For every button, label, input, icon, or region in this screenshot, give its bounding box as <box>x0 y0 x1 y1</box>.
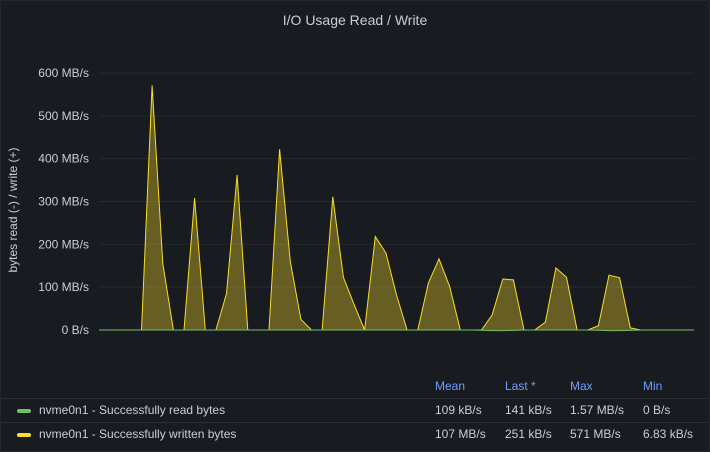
legend-mean-value: 107 MB/s <box>435 427 486 441</box>
y-tick-label: 300 MB/s <box>38 195 89 209</box>
legend-header-last[interactable]: Last * <box>505 375 536 398</box>
y-tick-label: 400 MB/s <box>38 152 89 166</box>
legend-header: Mean Last * Max Min <box>1 375 709 398</box>
legend-header-mean[interactable]: Mean <box>435 375 465 398</box>
legend-last-value: 251 kB/s <box>505 427 552 441</box>
legend-max-value: 1.57 MB/s <box>570 403 625 417</box>
legend-row-written[interactable]: nvme0n1 - Successfully written bytes 107… <box>1 422 709 446</box>
y-tick-label: 200 MB/s <box>38 237 89 251</box>
legend-series-name[interactable]: nvme0n1 - Successfully read bytes <box>39 399 225 422</box>
legend-last-value: 141 kB/s <box>505 403 552 417</box>
legend-mean-value: 109 kB/s <box>435 403 482 417</box>
y-axis-ticks: 0 B/s 100 MB/s 200 MB/s 300 MB/s 400 MB/s 500… <box>38 66 89 337</box>
io-usage-chart[interactable]: bytes read (-) / write (+) 0 B/s 100 MB/s… <box>1 1 709 371</box>
series-layer <box>99 85 694 332</box>
y-tick-label: 0 B/s <box>62 323 89 337</box>
y-tick-label: 100 MB/s <box>38 280 89 294</box>
legend-header-min[interactable]: Min <box>643 375 662 398</box>
legend-color-swatch[interactable] <box>17 409 31 413</box>
legend-min-value: 6.83 kB/s <box>643 427 694 441</box>
y-tick-label: 500 MB/s <box>38 109 89 123</box>
legend-row-read[interactable]: nvme0n1 - Successfully read bytes 109 kB… <box>1 398 709 422</box>
y-tick-label: 600 MB/s <box>38 66 89 80</box>
legend-series-name[interactable]: nvme0n1 - Successfully written bytes <box>39 423 236 446</box>
legend-table: Mean Last * Max Min nvme0n1 - Successful… <box>1 375 709 446</box>
graph-panel: I/O Usage Read / Write bytes read (-) / … <box>0 0 710 452</box>
series-line[interactable] <box>99 329 694 332</box>
legend-header-max[interactable]: Max <box>570 375 593 398</box>
legend-max-value: 571 MB/s <box>570 427 621 441</box>
y-axis-label: bytes read (-) / write (+) <box>6 147 20 272</box>
legend-color-swatch[interactable] <box>17 433 31 437</box>
legend-min-value: 0 B/s <box>643 403 671 417</box>
